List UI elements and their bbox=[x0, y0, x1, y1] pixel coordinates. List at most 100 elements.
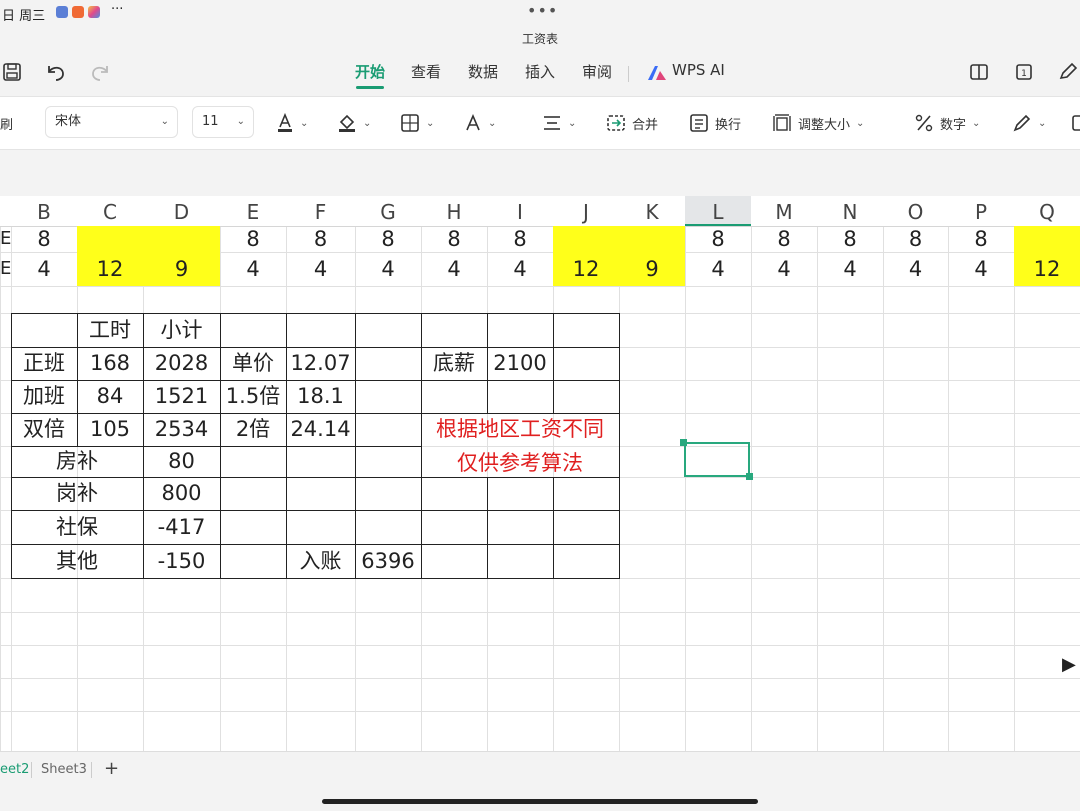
selection-handle-bottom[interactable] bbox=[746, 473, 753, 480]
redo-icon[interactable] bbox=[88, 60, 112, 84]
cell-i2[interactable]: 4 bbox=[487, 252, 553, 286]
row-label-fragment[interactable]: E bbox=[0, 252, 11, 286]
column-header-q[interactable]: Q bbox=[1014, 196, 1080, 226]
selected-cell[interactable] bbox=[684, 442, 750, 477]
rate-value[interactable]: 18.1 bbox=[286, 380, 355, 413]
column-header-m[interactable]: M bbox=[751, 196, 817, 226]
rate-value[interactable]: 24.14 bbox=[286, 413, 355, 446]
cell-h2[interactable]: 4 bbox=[421, 252, 487, 286]
hours-value[interactable]: 84 bbox=[77, 380, 143, 413]
save-icon[interactable] bbox=[0, 60, 24, 84]
sheet-tab-sheet3[interactable]: Sheet3 bbox=[41, 762, 87, 777]
subtotal-value[interactable]: 2534 bbox=[143, 413, 220, 446]
column-header-k[interactable]: K bbox=[619, 196, 685, 226]
cell-f2[interactable]: 4 bbox=[286, 252, 355, 286]
cell-n2[interactable]: 4 bbox=[817, 252, 883, 286]
window-handle-dots-icon[interactable]: ••• bbox=[527, 1, 558, 20]
base-salary-label[interactable]: 底薪 bbox=[421, 347, 487, 380]
hours-value[interactable]: 168 bbox=[77, 347, 143, 380]
cell-m1[interactable]: 8 bbox=[751, 226, 817, 252]
align-button[interactable]: ⌄ bbox=[542, 110, 576, 136]
font-color-button[interactable]: ⌄ bbox=[276, 110, 308, 136]
cell-p2[interactable]: 4 bbox=[948, 252, 1014, 286]
cell-k1[interactable] bbox=[619, 226, 685, 252]
column-header-l[interactable]: L bbox=[685, 196, 751, 226]
cell-o1[interactable]: 8 bbox=[883, 226, 948, 252]
cell-j1[interactable] bbox=[553, 226, 619, 252]
cell-b1[interactable]: 8 bbox=[11, 226, 77, 252]
row-label[interactable]: 双倍 bbox=[11, 413, 77, 446]
allowance-label[interactable]: 其他 bbox=[11, 544, 143, 578]
tab-data[interactable]: 数据 bbox=[468, 61, 498, 82]
row-label-fragment[interactable]: E bbox=[0, 226, 11, 252]
page-count-icon[interactable]: 1 bbox=[1012, 60, 1036, 84]
header-subtotal[interactable]: 小计 bbox=[143, 313, 220, 347]
cell-l1[interactable]: 8 bbox=[685, 226, 751, 252]
cell-n1[interactable]: 8 bbox=[817, 226, 883, 252]
column-header-d[interactable]: D bbox=[143, 196, 220, 226]
hours-value[interactable]: 105 bbox=[77, 413, 143, 446]
cell-e2[interactable]: 4 bbox=[220, 252, 286, 286]
font-style-button[interactable]: ⌄ bbox=[464, 110, 496, 136]
allowance-value[interactable]: -150 bbox=[143, 544, 220, 578]
cell-c1[interactable] bbox=[77, 226, 143, 252]
cell-q1[interactable] bbox=[1014, 226, 1080, 252]
column-header-p[interactable]: P bbox=[948, 196, 1014, 226]
sheet-tab-sheet2[interactable]: eet2 bbox=[0, 762, 29, 777]
cell-c2[interactable]: 12 bbox=[77, 252, 143, 286]
rate-label[interactable]: 单价 bbox=[220, 347, 286, 380]
cell-b2[interactable]: 4 bbox=[11, 252, 77, 286]
allowance-label[interactable]: 房补 bbox=[11, 446, 143, 477]
allowance-value[interactable]: -417 bbox=[143, 510, 220, 544]
number-format-button[interactable]: 数字 ⌄ bbox=[914, 110, 980, 136]
cell-k2[interactable]: 9 bbox=[619, 252, 685, 286]
base-salary-value[interactable]: 2100 bbox=[487, 347, 553, 380]
cell-d1[interactable] bbox=[143, 226, 220, 252]
column-header-n[interactable]: N bbox=[817, 196, 883, 226]
split-view-icon[interactable] bbox=[967, 60, 991, 84]
edit-pen-icon[interactable] bbox=[1056, 60, 1080, 84]
cell-style-button[interactable]: ⌄ bbox=[1012, 110, 1046, 136]
tab-insert[interactable]: 插入 bbox=[525, 61, 555, 82]
font-name-select[interactable]: 宋体 ⌄ bbox=[45, 106, 178, 138]
income-label[interactable]: 入账 bbox=[286, 544, 355, 578]
tab-view[interactable]: 查看 bbox=[411, 61, 441, 82]
column-header-g[interactable]: G bbox=[355, 196, 421, 226]
row-label[interactable]: 正班 bbox=[11, 347, 77, 380]
tab-start[interactable]: 开始 bbox=[355, 61, 385, 82]
more-tools-icon[interactable] bbox=[1070, 110, 1080, 136]
undo-icon[interactable] bbox=[44, 60, 68, 84]
subtotal-value[interactable]: 1521 bbox=[143, 380, 220, 413]
rate-value[interactable]: 12.07 bbox=[286, 347, 355, 380]
borders-button[interactable]: ⌄ bbox=[400, 110, 434, 136]
column-header-o[interactable]: O bbox=[883, 196, 948, 226]
add-sheet-button[interactable]: + bbox=[104, 758, 119, 779]
resize-button[interactable]: 调整大小 ⌄ bbox=[772, 110, 864, 136]
allowance-value[interactable]: 800 bbox=[143, 477, 220, 510]
cell-f1[interactable]: 8 bbox=[286, 226, 355, 252]
rate-label[interactable]: 1.5倍 bbox=[220, 380, 286, 413]
column-header-f[interactable]: F bbox=[286, 196, 355, 226]
fill-color-button[interactable]: ⌄ bbox=[337, 110, 371, 136]
cell-l2[interactable]: 4 bbox=[685, 252, 751, 286]
cell-g1[interactable]: 8 bbox=[355, 226, 421, 252]
allowance-label[interactable]: 社保 bbox=[11, 510, 143, 544]
column-header-i[interactable]: I bbox=[487, 196, 553, 226]
column-header-j[interactable]: J bbox=[553, 196, 619, 226]
column-header-h[interactable]: H bbox=[421, 196, 487, 226]
cell-e1[interactable]: 8 bbox=[220, 226, 286, 252]
cell-g2[interactable]: 4 bbox=[355, 252, 421, 286]
header-hours[interactable]: 工时 bbox=[77, 313, 143, 347]
selection-handle-top[interactable] bbox=[680, 439, 687, 446]
rate-label[interactable]: 2倍 bbox=[220, 413, 286, 446]
column-header-e[interactable]: E bbox=[220, 196, 286, 226]
cell-h1[interactable]: 8 bbox=[421, 226, 487, 252]
tab-wps-ai[interactable]: WPS AI bbox=[672, 61, 725, 79]
allowance-value[interactable]: 80 bbox=[143, 446, 220, 477]
wrap-text-button[interactable]: 换行 bbox=[689, 110, 741, 136]
column-header-c[interactable]: C bbox=[77, 196, 143, 226]
format-painter-button[interactable]: 刷 bbox=[0, 110, 13, 136]
cell-j2[interactable]: 12 bbox=[553, 252, 619, 286]
merge-button[interactable]: 合并 bbox=[606, 110, 658, 136]
cell-i1[interactable]: 8 bbox=[487, 226, 553, 252]
